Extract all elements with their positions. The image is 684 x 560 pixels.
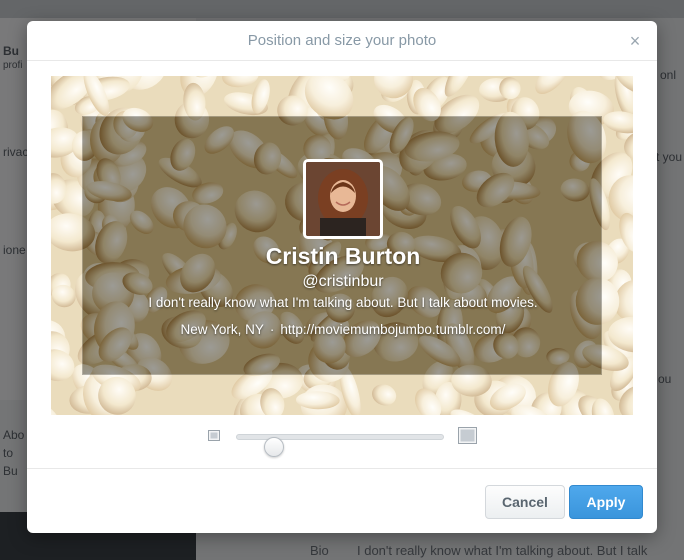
profile-meta: New York, NY · http://moviemumbojumbo.tumb… <box>83 322 603 337</box>
zoom-slider-thumb[interactable] <box>264 437 284 457</box>
crop-mask-top <box>51 76 633 116</box>
profile-name: Cristin Burton <box>265 243 421 269</box>
image-large-icon <box>458 427 477 444</box>
meta-separator: · <box>269 322 275 337</box>
dialog-header: Position and size your photo × <box>27 21 657 61</box>
cancel-button[interactable]: Cancel <box>485 485 565 519</box>
profile-handle: @cristinbur <box>302 273 384 290</box>
profile-bio: I don't really know what I'm talking abo… <box>148 295 538 310</box>
avatar <box>303 159 383 239</box>
crop-mask-left <box>51 116 82 375</box>
crop-mask-right <box>602 116 633 375</box>
profile-location: New York, NY <box>180 322 264 337</box>
profile-url: http://moviemumbojumbo.tumblr.com/ <box>280 322 506 337</box>
apply-button[interactable]: Apply <box>569 485 643 519</box>
dialog-title: Position and size your photo <box>247 32 437 49</box>
avatar-photo <box>306 162 380 236</box>
dialog-footer: Cancel Apply <box>27 468 657 533</box>
zoom-slider-track[interactable] <box>236 434 444 457</box>
crop-mask-bottom <box>51 375 633 415</box>
crop-window[interactable]: Cristin Burton @cristinbur I don't reall… <box>82 116 602 375</box>
photo-position-dialog: Position and size your photo × Cristin B… <box>27 21 657 533</box>
image-small-icon <box>208 430 220 441</box>
close-icon: × <box>629 31 641 51</box>
photo-crop-area[interactable]: Cristin Burton @cristinbur I don't reall… <box>51 76 633 415</box>
zoom-control <box>205 425 479 457</box>
close-button[interactable]: × <box>625 30 645 52</box>
